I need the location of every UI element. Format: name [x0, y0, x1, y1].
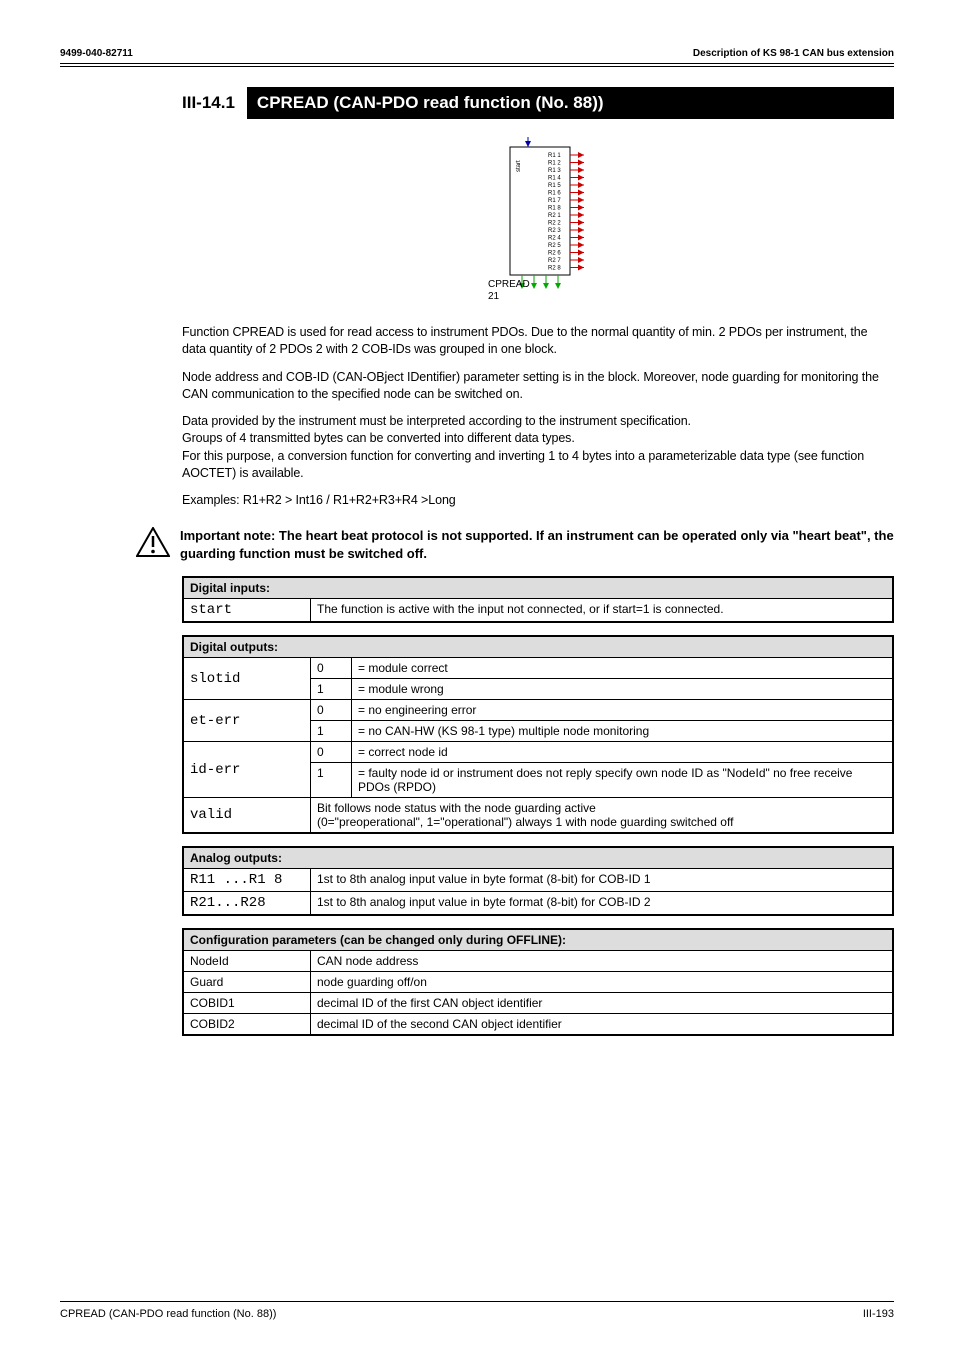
- dout-eterr-n0: 0: [311, 700, 352, 721]
- page: 9499-040-82711 Description of KS 98-1 CA…: [0, 0, 954, 1350]
- svg-text:R1 7: R1 7: [548, 198, 561, 204]
- dout-slotid-n0: 0: [311, 658, 352, 679]
- paragraph-3: Data provided by the instrument must be …: [182, 413, 894, 482]
- dout-iderr-n1: 1: [311, 763, 352, 798]
- dout-eterr-t1: = no CAN-HW (KS 98-1 type) multiple node…: [352, 721, 894, 742]
- diagram-start: start: [516, 160, 522, 172]
- section-title: CPREAD (CAN-PDO read function (No. 88)): [247, 87, 894, 119]
- svg-text:R1 1: R1 1: [548, 153, 561, 159]
- cfg-cobid2-name: COBID2: [183, 1014, 311, 1036]
- din-row-desc: The function is active with the input no…: [311, 599, 894, 623]
- cfg-nodeid-desc: CAN node address: [311, 951, 894, 972]
- dout-valid-desc: Bit follows node status with the node gu…: [311, 798, 894, 834]
- svg-text:R2 2: R2 2: [548, 221, 561, 227]
- dout-eterr-n1: 1: [311, 721, 352, 742]
- dout-valid-name: valid: [183, 798, 311, 834]
- svg-text:R2 8: R2 8: [548, 266, 561, 272]
- svg-text:R2 3: R2 3: [548, 228, 561, 234]
- dout-iderr-t1: = faulty node id or instrument does not …: [352, 763, 894, 798]
- dout-slotid-name: slotid: [183, 658, 311, 700]
- paragraph-3c: For this purpose, a conversion function …: [182, 449, 864, 480]
- paragraph-4: Examples: R1+R2 > Int16 / R1+R2+R3+R4 >L…: [182, 492, 894, 509]
- cfg-nodeid-name: NodeId: [183, 951, 311, 972]
- svg-text:R2 4: R2 4: [548, 236, 561, 242]
- svg-text:R1 4: R1 4: [548, 176, 561, 182]
- dout-iderr-t0: = correct node id: [352, 742, 894, 763]
- block-diagram: start R1 1R1 2R1 3R1 4R1 5R1 6R1 7R1 8R2…: [182, 137, 894, 310]
- section-heading: III-14.1 CPREAD (CAN-PDO read function (…: [182, 87, 894, 119]
- svg-text:R2 5: R2 5: [548, 243, 561, 249]
- content: III-14.1 CPREAD (CAN-PDO read function (…: [60, 67, 894, 1036]
- cfg-cobid2-desc: decimal ID of the second CAN object iden…: [311, 1014, 894, 1036]
- cfg-guard-desc: node guarding off/on: [311, 972, 894, 993]
- cfg-title: Configuration parameters (can be changed…: [183, 929, 893, 951]
- svg-text:R1 5: R1 5: [548, 183, 561, 189]
- dout-iderr-name: id-err: [183, 742, 311, 798]
- table-digital-outputs: Digital outputs: slotid 0 = module corre…: [182, 635, 894, 834]
- page-header: 9499-040-82711 Description of KS 98-1 CA…: [60, 48, 894, 59]
- dout-slotid-t0: = module correct: [352, 658, 894, 679]
- paragraph-3b: Groups of 4 transmitted bytes can be con…: [182, 431, 575, 445]
- paragraph-1: Function CPREAD is used for read access …: [182, 324, 894, 359]
- table-digital-inputs: Digital inputs: start The function is ac…: [182, 576, 894, 623]
- aout-title: Analog outputs:: [183, 847, 893, 869]
- svg-text:R1 8: R1 8: [548, 206, 561, 212]
- diagram-block-label: CPREAD: [488, 279, 530, 290]
- dout-iderr-n0: 0: [311, 742, 352, 763]
- note-text: Important note: The heart beat protocol …: [180, 527, 894, 562]
- aout-r1-name: R11 ...R1 8: [183, 869, 311, 892]
- paragraph-2: Node address and COB-ID (CAN-OBject IDen…: [182, 369, 894, 404]
- dout-title: Digital outputs:: [183, 636, 893, 658]
- svg-text:R2 1: R2 1: [548, 213, 561, 219]
- cfg-cobid1-name: COBID1: [183, 993, 311, 1014]
- dout-slotid-n1: 1: [311, 679, 352, 700]
- svg-text:R1 2: R1 2: [548, 161, 561, 167]
- footer-right: III-193: [863, 1308, 894, 1320]
- aout-r1-desc: 1st to 8th analog input value in byte fo…: [311, 869, 894, 892]
- header-right: Description of KS 98-1 CAN bus extension: [693, 48, 894, 59]
- din-title: Digital inputs:: [183, 577, 893, 599]
- table-analog-outputs: Analog outputs: R11 ...R1 8 1st to 8th a…: [182, 846, 894, 916]
- table-config: Configuration parameters (can be changed…: [182, 928, 894, 1036]
- warning-icon: [136, 527, 170, 560]
- header-left: 9499-040-82711: [60, 48, 133, 59]
- important-note: Important note: The heart beat protocol …: [136, 527, 894, 562]
- paragraph-3a: Data provided by the instrument must be …: [182, 414, 691, 428]
- svg-text:R1 3: R1 3: [548, 168, 561, 174]
- page-footer: CPREAD (CAN-PDO read function (No. 88)) …: [60, 1301, 894, 1320]
- dout-eterr-t0: = no engineering error: [352, 700, 894, 721]
- dout-eterr-name: et-err: [183, 700, 311, 742]
- dout-slotid-t1: = module wrong: [352, 679, 894, 700]
- svg-text:R1 6: R1 6: [548, 191, 561, 197]
- cfg-guard-name: Guard: [183, 972, 311, 993]
- svg-text:R2 7: R2 7: [548, 258, 561, 264]
- diagram-block-num: 21: [488, 291, 500, 302]
- din-row-name: start: [183, 599, 311, 623]
- svg-text:R2 6: R2 6: [548, 251, 561, 257]
- aout-r2-desc: 1st to 8th analog input value in byte fo…: [311, 892, 894, 916]
- cfg-cobid1-desc: decimal ID of the first CAN object ident…: [311, 993, 894, 1014]
- footer-left: CPREAD (CAN-PDO read function (No. 88)): [60, 1308, 276, 1320]
- aout-r2-name: R21...R28: [183, 892, 311, 916]
- section-number: III-14.1: [182, 87, 247, 119]
